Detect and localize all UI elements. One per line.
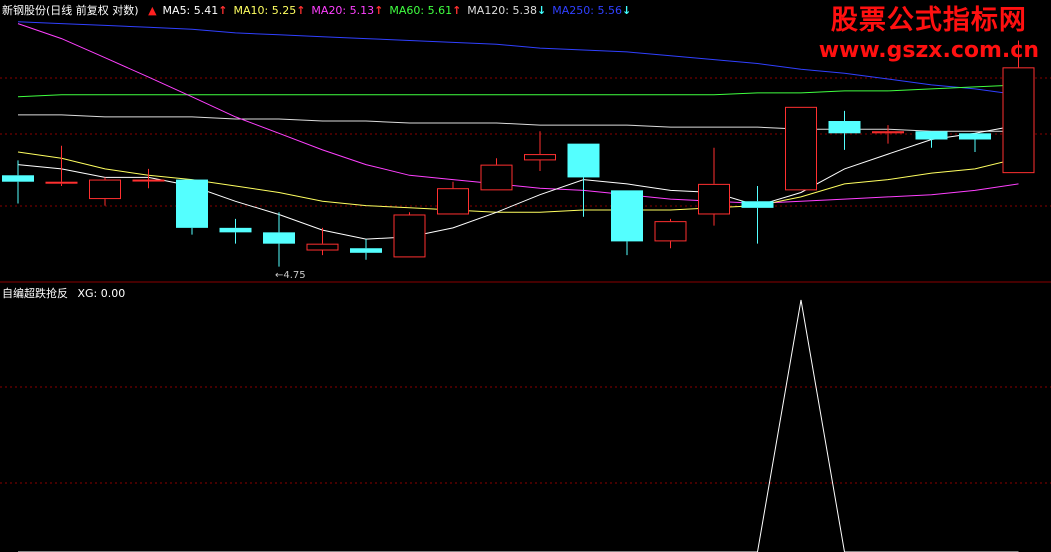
candle (741, 201, 774, 208)
arrow-up-icon: ↑ (374, 4, 384, 17)
arrow-up-icon: ↑ (452, 4, 462, 17)
arrow-down-icon: ↓ (621, 4, 632, 17)
indicator-value: 0.00 (100, 287, 126, 300)
candle (654, 221, 687, 242)
indicator-title: 自编超跌抢反 (2, 287, 68, 300)
ma-item: MA10: 5.25↑ (233, 4, 305, 17)
kline-chart[interactable] (0, 0, 1051, 552)
ma-item: MA60: 5.61↑ (389, 4, 461, 17)
candle (393, 214, 426, 258)
xg-signal-line (18, 299, 1019, 552)
candle (45, 181, 78, 184)
ma-value: 5.38 (512, 4, 538, 17)
watermark: 股票公式指标网 www.gszx.com.cn (819, 4, 1039, 64)
ma-value: 5.13 (349, 4, 375, 17)
ma-label: MA250: (552, 4, 598, 17)
watermark-url: www.gszx.com.cn (818, 38, 1039, 63)
candle (611, 190, 643, 242)
candle (219, 227, 252, 233)
candle (524, 154, 556, 161)
low-price-value: 4.75 (283, 269, 306, 281)
arrow-up-icon: ↑ (296, 4, 306, 17)
ma-value: 5.56 (597, 4, 622, 17)
ma-label: MA120: (467, 4, 513, 17)
candle (132, 179, 165, 182)
candle (567, 143, 600, 178)
candle (306, 243, 339, 251)
candle (959, 133, 991, 140)
ma-label: MA60: (389, 4, 428, 17)
ma-value: 5.25 (271, 4, 297, 17)
candle (480, 164, 513, 191)
candle (828, 121, 861, 134)
ma-item: MA20: 5.13↑ (311, 4, 383, 17)
ma-label: MA10: (233, 4, 272, 17)
ma-item: MA5: 5.41↑ (163, 4, 228, 17)
ma-value: 5.61 (427, 4, 453, 17)
ma120-line (18, 114, 1019, 132)
arrow-up-icon: ↑ (218, 4, 228, 17)
ma-label: MA5: (162, 4, 194, 17)
candle (872, 131, 904, 134)
indicator-value-label: XG: (77, 287, 98, 300)
candle (915, 131, 948, 140)
ma-label: MA20: (311, 4, 350, 17)
ma5-line (17, 124, 1019, 240)
candle (350, 248, 382, 253)
candle (1002, 67, 1035, 174)
stock-title: 新钢股份(日线 前复权 对数) (2, 4, 139, 17)
ma60-line (17, 84, 1019, 98)
watermark-cn: 股票公式指标网 (830, 5, 1027, 36)
trend-up-icon: ▲ (148, 4, 157, 17)
chart-header: 新钢股份(日线 前复权 对数) ▲ MA5: 5.41↑ MA10: 5.25↑ MA… (2, 4, 631, 20)
indicator-header: 自编超跌抢反 XG: 0.00 (2, 285, 125, 301)
low-price-label: ←4.75 (275, 270, 306, 281)
candle (89, 179, 121, 200)
ma-item: MA250: 5.56↓ (552, 4, 631, 17)
candle (263, 232, 295, 244)
candle (785, 106, 817, 191)
candle (437, 188, 469, 215)
ma-value: 5.41 (193, 4, 219, 17)
candle (176, 179, 208, 228)
ma-item: MA120: 5.38↓ (467, 4, 546, 17)
candle (698, 183, 730, 215)
candle (2, 175, 34, 182)
arrow-down-icon: ↓ (537, 4, 547, 17)
